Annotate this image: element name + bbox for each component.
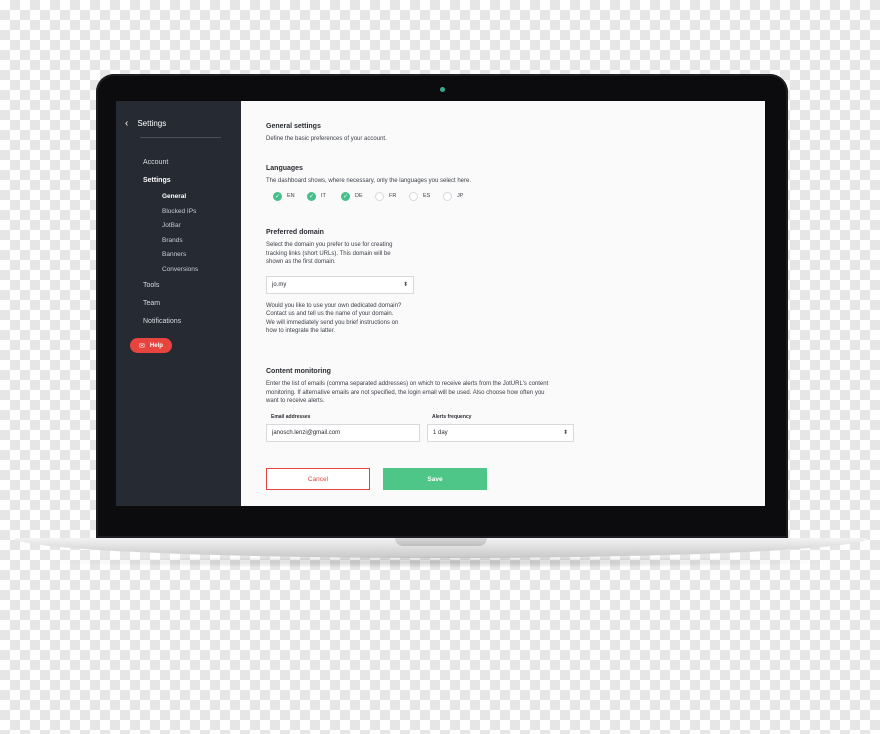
sidebar-subitem-conversions[interactable]: Conversions (116, 263, 241, 278)
monitoring-description-line: Enter the list of emails (comma separate… (266, 381, 549, 387)
email-label: Email addresses (271, 413, 311, 420)
sidebar-item-team[interactable]: Team (116, 295, 241, 313)
unchecked-circle-icon[interactable] (443, 191, 452, 201)
domain-section: Preferred domain Select the domain you p… (266, 229, 414, 336)
languages-description: The dashboard shows, where necessary, on… (266, 178, 472, 184)
language-option-jp[interactable]: JP (443, 191, 477, 201)
frequency-select[interactable]: 1 day ⬍ (427, 423, 574, 442)
unchecked-circle-icon[interactable] (409, 191, 418, 201)
domain-note-line: We will immediately send you brief instr… (266, 319, 399, 326)
chevron-updown-icon: ⬍ (562, 430, 568, 436)
sidebar-header[interactable]: ‹ Settings (116, 101, 241, 133)
monitoring-fields: Email addresses janosch.lenzi@gmail.com … (266, 414, 574, 442)
general-description: Define the basic preferences of your acc… (266, 136, 387, 142)
sidebar-subitem-general[interactable]: General (116, 190, 241, 205)
email-input[interactable]: janosch.lenzi@gmail.com (266, 423, 420, 442)
language-code: FR (389, 193, 397, 199)
sidebar-item-notifications[interactable]: Notifications (116, 313, 241, 331)
domain-select-value: jo.my (272, 281, 287, 288)
frequency-field-group: Alerts frequency 1 day ⬍ (427, 414, 574, 442)
laptop-notch (395, 538, 487, 546)
laptop-base (14, 538, 868, 558)
sidebar-item-tools[interactable]: Tools (116, 277, 241, 295)
domain-question: Would you like to use your own dedicated… (266, 302, 402, 309)
monitoring-description-line: monitoring. If alternative emails are no… (266, 389, 545, 396)
cancel-button[interactable]: Cancel (266, 468, 370, 490)
camera-dot (440, 87, 445, 92)
domain-description-line: tracking links (short URLs). This domain… (266, 250, 391, 257)
languages-section: Languages The dashboard shows, where nec… (266, 165, 477, 201)
screen: ‹ Settings Account Settings General Bloc… (116, 101, 765, 506)
sidebar-subitem-jotbar[interactable]: JotBar (116, 219, 241, 234)
domain-select[interactable]: jo.my ⬍ (266, 275, 414, 294)
frequency-label: Alerts frequency (432, 413, 472, 420)
language-option-en[interactable]: ✓ EN (273, 191, 307, 201)
general-section: General settings Define the basic prefer… (266, 123, 387, 144)
language-option-it[interactable]: ✓ IT (307, 191, 341, 201)
check-icon[interactable]: ✓ (341, 191, 350, 201)
sidebar-subitem-banners[interactable]: Banners (116, 248, 241, 263)
check-icon[interactable]: ✓ (273, 191, 282, 201)
laptop-lid: ‹ Settings Account Settings General Bloc… (96, 74, 788, 538)
language-code: IT (321, 193, 326, 199)
language-options: ✓ EN ✓ IT ✓ DE FR ES JP (266, 191, 477, 201)
sidebar-item-account[interactable]: Account (116, 154, 241, 172)
domain-title: Preferred domain (266, 229, 324, 236)
sidebar-title: Settings (137, 118, 167, 128)
monitoring-section: Content monitoring Enter the list of ema… (266, 368, 574, 442)
main-content: General settings Define the basic prefer… (241, 101, 765, 506)
language-option-es[interactable]: ES (409, 191, 443, 201)
chevron-left-icon[interactable]: ‹ (125, 118, 128, 129)
domain-note-line: Contact us and tell us the name of your … (266, 311, 394, 317)
save-button[interactable]: Save (383, 468, 487, 490)
language-code: ES (423, 193, 431, 199)
unchecked-circle-icon[interactable] (375, 191, 384, 201)
language-option-de[interactable]: ✓ DE (341, 191, 375, 201)
help-label: Help (149, 342, 163, 349)
laptop-shadow (40, 556, 840, 568)
chat-icon: ✉ (139, 342, 145, 350)
sidebar-item-settings[interactable]: Settings (116, 172, 241, 190)
check-icon[interactable]: ✓ (307, 191, 316, 201)
language-code: DE (355, 193, 363, 199)
language-code: EN (287, 193, 295, 199)
languages-title: Languages (266, 165, 303, 172)
frequency-select-value: 1 day (433, 429, 448, 436)
general-title: General settings (266, 123, 321, 130)
email-field-group: Email addresses janosch.lenzi@gmail.com (266, 414, 420, 442)
sidebar-nav: Account Settings General Blocked IPs Jot… (116, 138, 241, 331)
language-option-fr[interactable]: FR (375, 191, 409, 201)
domain-note-line: how to integrate the latter. (266, 328, 336, 334)
help-button[interactable]: ✉ Help (130, 338, 172, 353)
domain-description-line: Select the domain you prefer to use for … (266, 242, 393, 248)
language-code: JP (457, 193, 464, 199)
sidebar-subitem-blocked-ips[interactable]: Blocked IPs (116, 205, 241, 220)
sidebar: ‹ Settings Account Settings General Bloc… (116, 101, 241, 506)
domain-description-line: shown as the first domain. (266, 259, 336, 265)
monitoring-title: Content monitoring (266, 368, 331, 375)
chevron-updown-icon: ⬍ (402, 282, 408, 288)
sidebar-subitem-brands[interactable]: Brands (116, 234, 241, 249)
monitoring-description-line: want to receive alerts. (266, 398, 325, 404)
